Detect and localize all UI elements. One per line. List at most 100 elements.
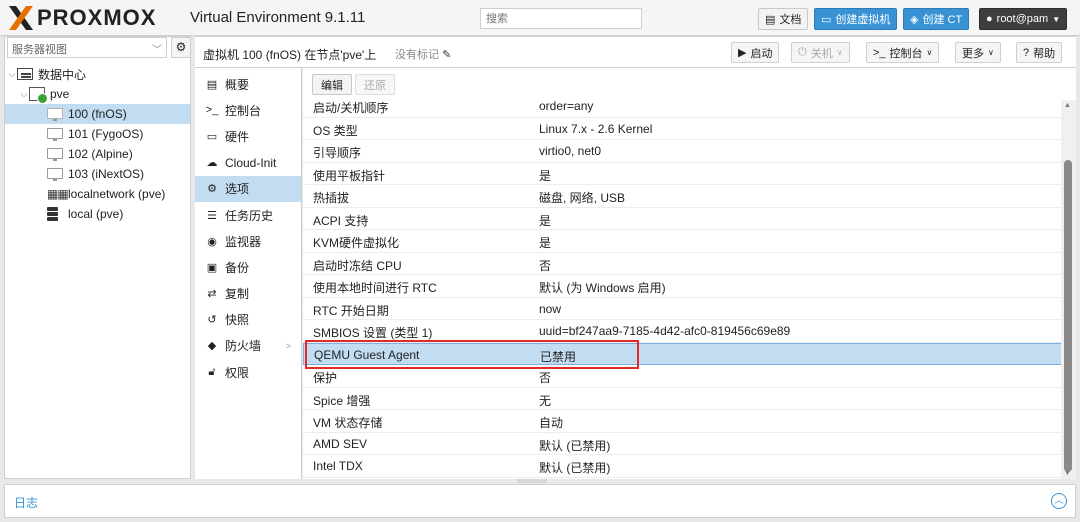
log-title: 日志: [14, 496, 39, 510]
option-value: 是: [539, 213, 552, 228]
submenu-firewall[interactable]: ◆ 防火墙 >: [195, 333, 301, 359]
submenu-console[interactable]: >_ 控制台: [195, 97, 301, 123]
option-row[interactable]: KVM硬件虚拟化 是: [303, 230, 1062, 253]
shutdown-button[interactable]: ⏻ 关机 ∨: [791, 42, 850, 63]
scrollbar-thumb[interactable]: [1064, 160, 1072, 472]
expand-up-icon[interactable]: ︿: [1051, 493, 1067, 509]
option-row[interactable]: 使用平板指针 是: [303, 163, 1062, 185]
tree-item-local-storage[interactable]: local (pve): [5, 204, 190, 224]
tree-item-vm-103[interactable]: 103 (iNextOS): [5, 164, 190, 184]
option-key: Spice 增强: [313, 393, 371, 408]
book-icon: ▤: [206, 78, 218, 91]
create-ct-button[interactable]: ◈ 创建 CT: [903, 8, 970, 30]
submenu-options[interactable]: ⚙ 选项: [195, 175, 301, 202]
option-row[interactable]: AMD SEV 默认 (已禁用): [303, 433, 1062, 455]
view-selector-value: 服务器视图: [12, 44, 67, 56]
tree-item-vm-102[interactable]: 102 (Alpine): [5, 144, 190, 164]
version-label: Virtual Environment 9.1.11: [190, 9, 366, 26]
create-vm-button[interactable]: ▭ 创建虚拟机: [814, 8, 898, 30]
shutdown-label: 关机: [810, 47, 833, 60]
option-value: 否: [539, 258, 552, 273]
option-key: 启动/关机顺序: [313, 101, 389, 115]
submenu-permissions[interactable]: 🔓︎ 权限: [195, 359, 301, 385]
unlock-icon: 🔓︎: [208, 365, 216, 378]
option-key: AMD SEV: [313, 436, 368, 451]
gear-icon[interactable]: ⚙: [171, 37, 191, 58]
terminal-icon: >_: [873, 46, 886, 59]
user-icon: ●: [986, 13, 993, 25]
submenu-snapshots[interactable]: ↺ 快照: [195, 307, 301, 333]
tree-item-vm-101[interactable]: 101 (FygoOS): [5, 124, 190, 144]
submenu-label: 硬件: [225, 129, 250, 144]
start-button[interactable]: ▶ 启动: [731, 42, 780, 63]
tree-item-node-pve[interactable]: ⌵ pve: [5, 84, 190, 104]
play-icon: ▶: [738, 47, 747, 59]
option-key: 启动时冻结 CPU: [313, 258, 402, 273]
option-row[interactable]: Spice 增强 无: [303, 388, 1062, 410]
option-key: Intel TDX: [313, 459, 363, 473]
tree-item-label: 100 (fnOS): [68, 107, 127, 121]
options-toolbar: 编辑 还原: [303, 68, 1076, 100]
option-row[interactable]: VM 状态存储 自动: [303, 410, 1062, 433]
submenu-hardware[interactable]: ▭ 硬件: [195, 123, 301, 149]
gear-icon: ⚙: [207, 183, 217, 196]
submenu-label: Cloud-Init: [225, 155, 277, 170]
option-value: 否: [539, 371, 552, 385]
vm-icon: [47, 127, 63, 141]
submenu-cloudinit[interactable]: ☁ Cloud-Init: [195, 150, 301, 176]
option-value: 是: [539, 236, 552, 250]
search-input[interactable]: [480, 8, 642, 29]
scroll-up-icon[interactable]: ▲: [1064, 102, 1071, 109]
option-row[interactable]: RTC 开始日期 now: [303, 298, 1062, 320]
create-vm-label: 创建虚拟机: [835, 14, 891, 26]
option-row[interactable]: 引导顺序 virtio0, net0: [303, 140, 1062, 163]
tree-item-datacenter[interactable]: ⌵ 数据中心: [5, 64, 190, 84]
more-label: 更多: [962, 47, 984, 60]
option-row[interactable]: 热插拔 磁盘, 网络, USB: [303, 185, 1062, 208]
proxmox-logo[interactable]: PROXMOX: [8, 5, 156, 31]
tags-edit[interactable]: 没有标记 ✎: [395, 46, 451, 62]
option-row[interactable]: 使用本地时间进行 RTC 默认 (为 Windows 启用): [303, 275, 1062, 298]
options-scrollbar[interactable]: ▲ ▼: [1061, 100, 1076, 479]
submenu-replication[interactable]: ⇄ 复制: [195, 281, 301, 307]
collapse-icon[interactable]: ⌵: [19, 89, 29, 100]
edit-button[interactable]: 编辑: [312, 74, 352, 95]
options-panel: 编辑 还原 启动/关机顺序 order=any OS 类型 Linux 7.x - …: [303, 68, 1076, 479]
user-menu-button[interactable]: ● root@pam ▼: [979, 8, 1068, 30]
help-button[interactable]: ? 帮助: [1016, 42, 1063, 63]
power-icon: ⏻: [798, 46, 807, 58]
view-selector[interactable]: 服务器视图 ﹀: [7, 37, 167, 58]
pencil-icon[interactable]: ✎: [442, 49, 451, 61]
user-label: root@pam: [996, 13, 1049, 25]
vm-submenu: ▤ 概要 >_ 控制台 ▭ 硬件 ☁ Cloud-Init ⚙ 选项 ☰ 任务历史 ◉ 监视器…: [195, 68, 302, 479]
submenu-label: 控制台: [225, 103, 262, 118]
option-key: 使用本地时间进行 RTC: [313, 281, 437, 295]
log-panel: 日志 ︿: [4, 484, 1076, 518]
collapse-icon[interactable]: ⌵: [7, 69, 17, 80]
tree-item-vm-100[interactable]: 100 (fnOS): [5, 104, 190, 124]
docs-button[interactable]: ▤ 文档: [758, 8, 809, 30]
option-value: 默认 (为 Windows 启用): [539, 281, 666, 295]
option-key: RTC 开始日期: [313, 303, 389, 318]
question-icon: ?: [1023, 46, 1030, 59]
option-value: Linux 7.x - 2.6 Kernel: [539, 121, 653, 136]
more-button[interactable]: 更多 ∨: [955, 42, 1001, 63]
submenu-task-history[interactable]: ☰ 任务历史: [195, 202, 301, 228]
tree-item-label: 102 (Alpine): [68, 147, 133, 161]
scroll-down-icon[interactable]: ▼: [1064, 470, 1071, 477]
option-row[interactable]: ACPI 支持 是: [303, 208, 1062, 230]
option-row[interactable]: Intel TDX 默认 (已禁用): [303, 455, 1062, 478]
panel-splitter-handle[interactable]: [517, 479, 547, 483]
retweet-icon: ⇄: [207, 288, 217, 301]
chevron-down-icon: ∨: [926, 48, 933, 57]
submenu-summary[interactable]: ▤ 概要: [195, 71, 301, 97]
revert-button[interactable]: 还原: [355, 74, 395, 95]
option-row[interactable]: 启动/关机顺序 order=any: [303, 100, 1062, 118]
console-button[interactable]: >_ 控制台 ∨: [866, 42, 940, 63]
submenu-monitor[interactable]: ◉ 监视器: [195, 228, 301, 254]
option-row[interactable]: 启动时冻结 CPU 否: [303, 253, 1062, 275]
submenu-backup[interactable]: ▣ 备份: [195, 254, 301, 280]
tree-item-localnetwork[interactable]: ▦▦ localnetwork (pve): [5, 184, 190, 204]
option-row[interactable]: OS 类型 Linux 7.x - 2.6 Kernel: [303, 118, 1062, 140]
option-value: uuid=bf247aa9-7185-4d42-afc0-819456c69e8…: [539, 324, 791, 338]
